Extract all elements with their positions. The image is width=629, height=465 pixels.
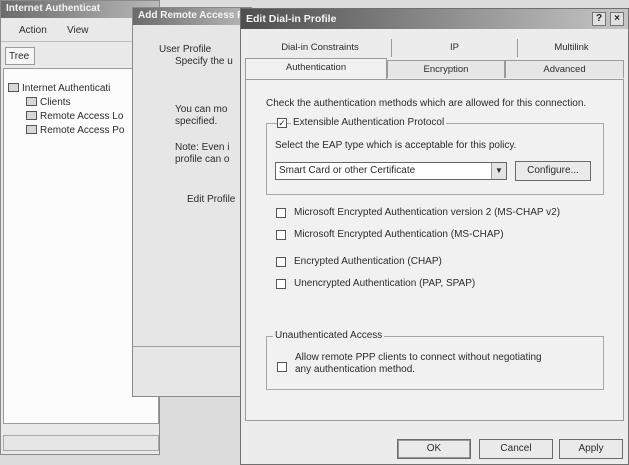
authentication-page: Check the authentication methods which a…	[245, 79, 624, 421]
chevron-down-icon[interactable]: ▼	[491, 163, 506, 179]
apply-button[interactable]: Apply	[559, 439, 623, 459]
help-button[interactable]: ?	[592, 12, 606, 26]
eap-type-select[interactable]: Smart Card or other Certificate ▼	[275, 162, 507, 180]
eap-select-label: Select the EAP type which is acceptable …	[275, 140, 517, 151]
tree-item-label: Remote Access Lo	[40, 111, 124, 122]
policy-icon	[26, 125, 37, 134]
dialog-title[interactable]: Edit Dial-in Profile	[241, 9, 628, 29]
chap-checkbox[interactable]	[276, 257, 286, 267]
pap-label: Unencrypted Authentication (PAP, SPAP)	[294, 278, 476, 289]
unauthenticated-access-group: Unauthenticated Access Allow remote PPP …	[266, 330, 604, 390]
tree-item-policies[interactable]: Remote Access Po	[26, 125, 124, 136]
pap-checkbox[interactable]	[276, 279, 286, 289]
tree-item-root[interactable]: Internet Authenticati	[8, 83, 110, 94]
eap-group: ✓ Extensible Authentication Protocol Sel…	[266, 117, 604, 195]
folder-icon	[26, 97, 37, 106]
tree-item-label: Remote Access Po	[40, 125, 125, 136]
eap-selected-value: Smart Card or other Certificate	[279, 165, 416, 176]
unauth-label-line2: any authentication method.	[295, 364, 416, 375]
tab-advanced[interactable]: Advanced	[505, 60, 624, 78]
tab-encryption[interactable]: Encryption	[387, 60, 505, 78]
wizard-header-title: User Profile	[159, 44, 212, 55]
folder-icon	[26, 111, 37, 120]
server-icon	[8, 83, 19, 92]
add-policy-window: Add Remote Access Policy User Profile Sp…	[132, 7, 252, 397]
mschapv2-checkbox[interactable]	[276, 208, 286, 218]
mschap-label: Microsoft Encrypted Authentication (MS-C…	[294, 229, 504, 240]
eap-checkbox[interactable]: ✓	[277, 118, 287, 128]
wizard-separator	[133, 346, 251, 347]
unauth-group-label: Unauthenticated Access	[273, 330, 385, 341]
menu-action[interactable]: Action	[19, 25, 47, 36]
chap-label: Encrypted Authentication (CHAP)	[294, 256, 442, 267]
tree-item-label: Internet Authenticati	[22, 83, 111, 94]
edit-profile-button[interactable]: Edit Profile	[187, 194, 235, 206]
wizard-header-sub: Specify the u	[175, 56, 233, 67]
close-button[interactable]: ×	[610, 12, 624, 26]
tab-ip[interactable]: IP	[391, 39, 517, 57]
mschap-checkbox[interactable]	[276, 230, 286, 240]
wizard-para2-line1: Note: Even i	[175, 142, 230, 153]
add-policy-title[interactable]: Add Remote Access Policy	[133, 8, 251, 25]
wizard-para1-line1: You can mo	[175, 104, 228, 115]
menu-view[interactable]: View	[67, 25, 89, 36]
ok-button[interactable]: OK	[397, 439, 471, 459]
tree-item-clients[interactable]: Clients	[26, 97, 71, 108]
eap-label: Extensible Authentication Protocol	[291, 117, 447, 128]
mschapv2-label: Microsoft Encrypted Authentication versi…	[294, 207, 561, 218]
tree-item-label: Clients	[40, 97, 71, 108]
tree-item-logging[interactable]: Remote Access Lo	[26, 111, 123, 122]
cancel-button[interactable]: Cancel	[479, 439, 553, 459]
tree-tab[interactable]: Tree	[5, 47, 35, 65]
tab-multilink[interactable]: Multilink	[517, 39, 625, 57]
wizard-para2-line2: profile can o	[175, 154, 230, 165]
wizard-para1-line2: specified.	[175, 116, 218, 127]
instruction-text: Check the authentication methods which a…	[266, 98, 587, 109]
edit-dialin-profile-dialog: Edit Dial-in Profile ? × Dial-in Constra…	[240, 8, 629, 465]
tab-dialin-constraints[interactable]: Dial-in Constraints	[249, 39, 391, 57]
configure-button[interactable]: Configure...	[515, 161, 591, 181]
status-bar	[3, 435, 159, 451]
unauth-label-line1: Allow remote PPP clients to connect with…	[295, 352, 542, 363]
unauth-checkbox[interactable]	[277, 362, 287, 372]
tab-authentication[interactable]: Authentication	[245, 58, 387, 79]
